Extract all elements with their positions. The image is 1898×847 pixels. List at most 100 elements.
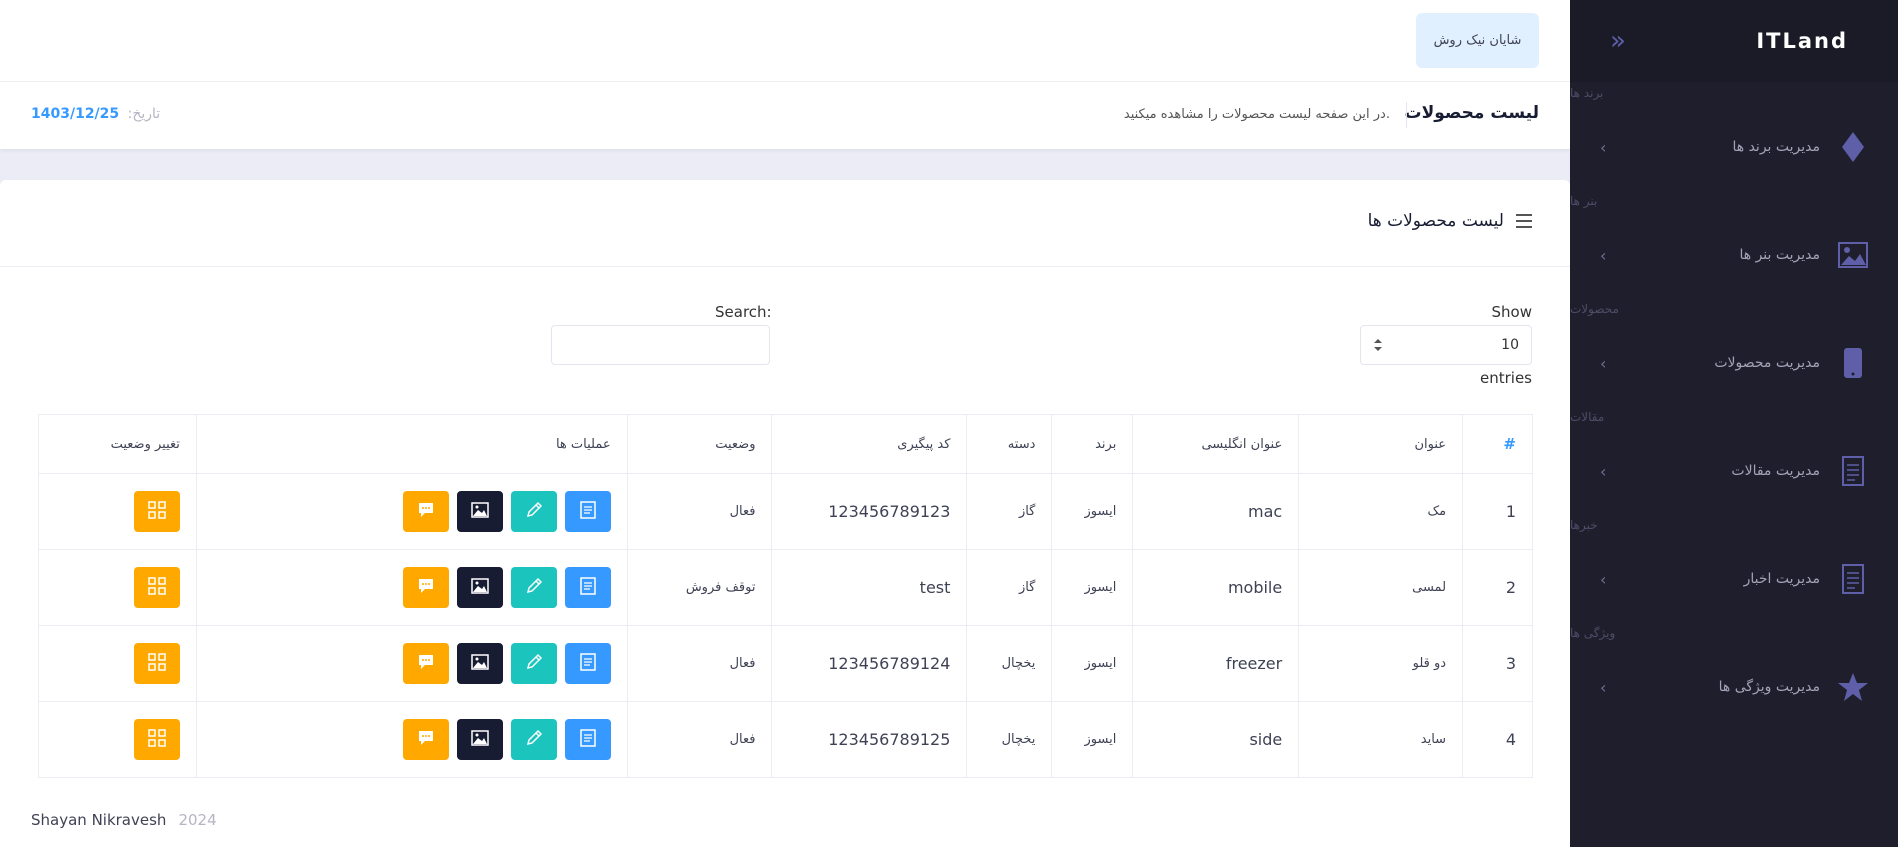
document-icon — [579, 576, 596, 599]
entries-select[interactable]: 10 — [1360, 325, 1532, 365]
chat-icon — [417, 501, 435, 523]
image-icon — [470, 577, 489, 598]
sidebar-toggle-icon[interactable]: » — [1610, 26, 1626, 56]
gallery-button[interactable] — [456, 491, 503, 532]
cell-category: گاز — [966, 473, 1053, 550]
sidebar-item-label: مدیریت بنر ها — [1739, 247, 1820, 263]
cell-change-status — [38, 473, 197, 550]
cell-en_title: mac — [1132, 473, 1300, 550]
search-input[interactable] — [551, 325, 770, 365]
cell-category: یخچال — [966, 701, 1053, 778]
cell-brand: ایسوز — [1051, 549, 1134, 626]
column-header[interactable]: # — [1462, 414, 1533, 474]
cell-title: لمسی — [1298, 549, 1464, 626]
topbar: شایان نیک روش — [0, 0, 1570, 82]
comments-button[interactable] — [402, 643, 449, 684]
edit-button[interactable] — [510, 643, 557, 684]
sidebar-item[interactable]: ‹ مدیریت برند ها — [1570, 104, 1898, 190]
sidebar-header: » ITLand — [1570, 0, 1898, 82]
comments-button[interactable] — [402, 719, 449, 760]
details-button[interactable] — [564, 719, 611, 760]
cell-brand: ایسوز — [1051, 701, 1134, 778]
change-status-button[interactable] — [133, 491, 180, 532]
change-status-button[interactable] — [133, 719, 180, 760]
details-button[interactable] — [564, 491, 611, 532]
sidebar-item[interactable]: ‹ مدیریت ویژگی ها — [1570, 644, 1898, 730]
table-row: 2 لمسی mobile ایسوز گاز test توقف فروش — [38, 549, 1533, 626]
column-header[interactable]: تغییر وضعیت — [38, 414, 197, 474]
comments-button[interactable] — [402, 491, 449, 532]
logo: ITLand — [1756, 29, 1848, 53]
date-label: تاریخ: — [127, 106, 161, 122]
cell-status: فعال — [626, 625, 773, 702]
cell-en_title: mobile — [1132, 549, 1300, 626]
column-header[interactable]: وضعیت — [626, 414, 773, 474]
cell-operations — [195, 473, 628, 550]
grid-check-icon — [147, 500, 167, 524]
cell-operations — [195, 701, 628, 778]
document-icon — [579, 652, 596, 675]
details-button[interactable] — [564, 567, 611, 608]
sidebar-section-heading: مقالات — [1570, 410, 1605, 424]
entries-label: entries — [1480, 369, 1532, 387]
chat-icon — [417, 653, 435, 675]
change-status-button[interactable] — [133, 643, 180, 684]
column-header[interactable]: عنوان انگلیسی — [1132, 414, 1300, 474]
chat-icon — [417, 577, 435, 599]
sidebar-item[interactable]: ‹ مدیریت مقالات — [1570, 428, 1898, 514]
image-icon — [470, 501, 489, 522]
image-icon — [470, 729, 489, 750]
user-menu-button[interactable]: شایان نیک روش — [1416, 13, 1539, 68]
edit-button[interactable] — [510, 491, 557, 532]
column-header[interactable]: برند — [1051, 414, 1134, 474]
edit-button[interactable] — [510, 567, 557, 608]
cell-change-status — [38, 625, 197, 702]
cell-title: دو قلو — [1298, 625, 1464, 702]
chevron-left-icon: ‹ — [1600, 353, 1607, 373]
column-header[interactable]: کد پیگیری — [771, 414, 968, 474]
cell-change-status — [38, 549, 197, 626]
grid-check-icon — [147, 728, 167, 752]
details-button[interactable] — [564, 643, 611, 684]
title-separator — [1406, 102, 1407, 128]
cell-num: 4 — [1462, 701, 1533, 778]
chevron-left-icon: ‹ — [1600, 677, 1607, 697]
sidebar-section-heading: ویژگی ها — [1570, 626, 1616, 640]
sidebar-item[interactable]: ‹ مدیریت بنر ها — [1570, 212, 1898, 298]
gallery-button[interactable] — [456, 567, 503, 608]
edit-button[interactable] — [510, 719, 557, 760]
menu-icon — [1516, 214, 1532, 228]
sidebar-item-label: مدیریت مقالات — [1731, 463, 1820, 479]
column-header[interactable]: عنوان — [1298, 414, 1464, 474]
diamond-icon — [1836, 130, 1870, 164]
column-header[interactable]: دسته — [966, 414, 1053, 474]
image-icon — [1836, 238, 1870, 272]
cell-status: توقف فروش — [626, 549, 773, 626]
cell-code: 123456789124 — [771, 625, 968, 702]
card-title: لیست محصولات ها — [1367, 211, 1504, 231]
search-label: Search: — [715, 303, 772, 321]
document-icon — [1836, 454, 1870, 488]
sidebar-item-label: مدیریت اخبار — [1743, 571, 1820, 587]
grid-check-icon — [147, 652, 167, 676]
cell-status: فعال — [626, 473, 773, 550]
cell-code: 123456789125 — [771, 701, 968, 778]
gallery-button[interactable] — [456, 643, 503, 684]
footer-author: Shayan Nikravesh — [31, 811, 167, 829]
column-header[interactable]: عملیات ها — [195, 414, 628, 474]
comments-button[interactable] — [402, 567, 449, 608]
entries-value: 10 — [1501, 337, 1519, 353]
gallery-button[interactable] — [456, 719, 503, 760]
cell-brand: ایسوز — [1051, 625, 1134, 702]
change-status-button[interactable] — [133, 567, 180, 608]
footer-year: 2024 — [178, 811, 217, 829]
cell-operations — [195, 549, 628, 626]
cell-num: 3 — [1462, 625, 1533, 702]
page-description: در این صفحه لیست محصولات را مشاهده میکنی… — [1123, 107, 1390, 122]
sidebar-item[interactable]: ‹ مدیریت اخبار — [1570, 536, 1898, 622]
chevron-left-icon: ‹ — [1600, 245, 1607, 265]
footer: Shayan Nikravesh 2024 — [0, 793, 1570, 847]
products-table: # عنوان عنوان انگلیسی برند دسته کد پیگیر… — [38, 414, 1533, 778]
sidebar-item[interactable]: ‹ مدیریت محصولات — [1570, 320, 1898, 406]
cell-operations — [195, 625, 628, 702]
